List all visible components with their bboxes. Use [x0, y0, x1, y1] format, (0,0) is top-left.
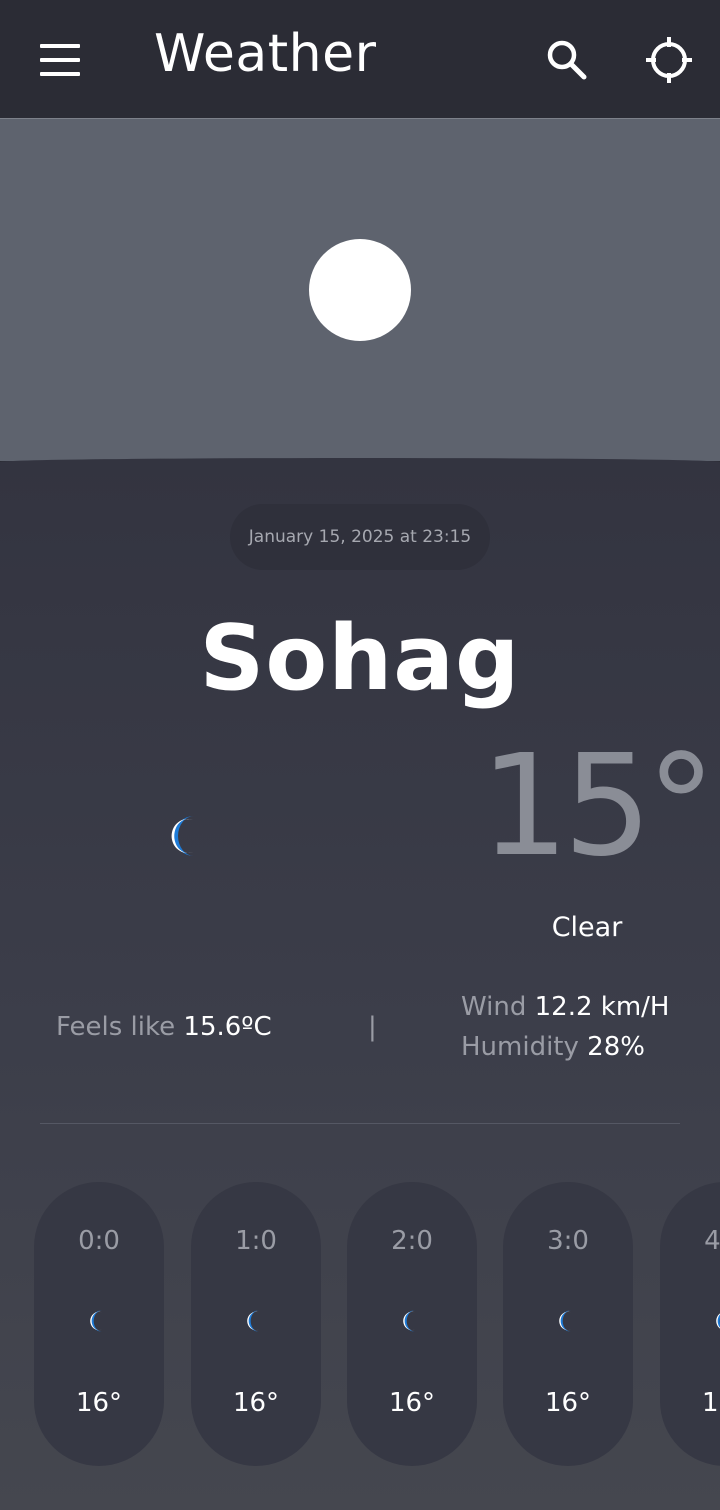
hamburger-menu-icon-bar — [40, 58, 80, 62]
weather-condition: Clear — [551, 912, 623, 943]
search-icon — [547, 40, 587, 80]
hour-temperature: 15° — [701, 1388, 720, 1418]
hero-banner — [0, 118, 720, 461]
hourly-card[interactable]: 3:0 16° — [503, 1182, 633, 1466]
crescent-moon-icon — [90, 1310, 103, 1332]
feels-like: Feels like 15.6ºC — [56, 1012, 272, 1042]
crescent-moon-icon — [559, 1310, 572, 1332]
hourly-card[interactable]: 0:0 16° — [34, 1182, 164, 1466]
hour-temperature: 16° — [388, 1388, 436, 1418]
hourly-card[interactable]: 2:0 16° — [347, 1182, 477, 1466]
weather-content: January 15, 2025 at 23:15 Sohag 15° Clea… — [0, 458, 720, 1510]
hour-time: 4:0 — [704, 1226, 720, 1256]
app-title: Weather — [154, 24, 377, 84]
hamburger-menu-icon-bar — [40, 72, 80, 76]
hour-time: 1:0 — [235, 1226, 277, 1256]
crescent-moon-icon — [171, 816, 194, 856]
wind-stat: Wind 12.2 km/H — [461, 992, 669, 1022]
current-temperature: 15° — [480, 725, 716, 888]
search-button[interactable] — [534, 28, 598, 92]
wind-value: 12.2 km/H — [534, 992, 670, 1022]
humidity-label: Humidity — [461, 1032, 579, 1062]
feels-like-label: Feels like — [56, 1012, 176, 1042]
menu-button[interactable] — [26, 32, 94, 88]
crescent-moon-icon — [247, 1310, 260, 1332]
crescent-moon-icon — [716, 1313, 720, 1329]
hour-temperature: 16° — [75, 1388, 123, 1418]
hour-time: 0:0 — [78, 1226, 120, 1256]
humidity-value: 28% — [587, 1032, 645, 1062]
hour-temperature: 16° — [232, 1388, 280, 1418]
hour-time: 3:0 — [547, 1226, 589, 1256]
hourly-forecast-list[interactable]: 0:0 16° 1:0 16° 2:0 16° 3:0 16° 4 1 — [0, 1182, 720, 1466]
feels-like-value: 15.6ºC — [183, 1012, 272, 1042]
city-name: Sohag — [199, 606, 521, 711]
date-time-badge: January 15, 2025 at 23:15 — [230, 504, 490, 570]
hour-time: 2:0 — [391, 1226, 433, 1256]
hourly-card[interactable]: 1:0 16° — [191, 1182, 321, 1466]
divider — [40, 1123, 680, 1124]
hourly-card[interactable]: 4:0 15° — [660, 1182, 720, 1466]
app-bar: Weather — [0, 0, 720, 118]
locate-button[interactable] — [636, 26, 702, 92]
stat-separator: | — [368, 1012, 377, 1042]
hamburger-menu-icon — [40, 44, 80, 48]
gps-locate-icon — [646, 37, 692, 83]
humidity-stat: Humidity 28% — [461, 1032, 645, 1062]
hour-temperature: 16° — [544, 1388, 592, 1418]
crescent-moon-icon — [403, 1310, 416, 1332]
wind-label: Wind — [461, 992, 527, 1022]
full-moon-icon — [309, 239, 411, 341]
